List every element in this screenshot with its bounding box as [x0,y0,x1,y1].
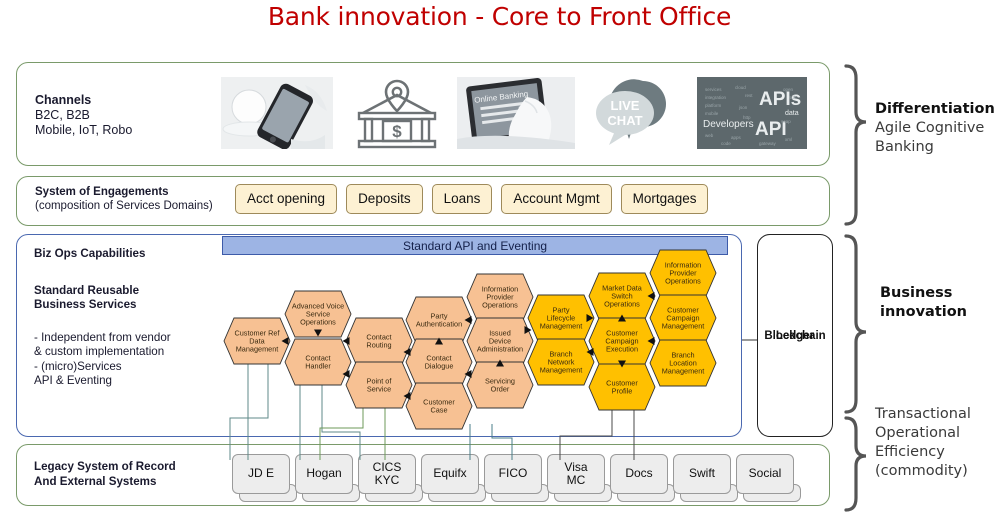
soe-chip-0[interactable]: Acct opening [235,184,338,214]
legacy-heading-l2: And External Systems [34,474,157,488]
channels-heading: Channels [35,93,92,107]
standard-api-and-eventing-bar: Standard API and Eventing [222,236,728,255]
biz-ops-sub-l1: Standard Reusable [34,283,140,297]
legacy-chip-4[interactable]: FICO [484,454,542,494]
apis-word-cloud: APIs API Developers data services cloud i… [697,77,807,149]
biz-ops-bullet1-l2: & custom implementation [34,345,165,358]
legacy-chip-wrap-2: CICS KYC [358,454,423,502]
svg-text:gateway: gateway [759,141,777,146]
legacy-chip-2[interactable]: CICS KYC [358,454,416,494]
soe-chip-2[interactable]: Loans [431,184,493,214]
svg-text:code: code [721,141,731,146]
biz-ops-bullet2-l1: - (micro)Services [34,359,122,373]
page-title: Bank innovation - Core to Front Office [267,2,732,31]
legacy-chip-8[interactable]: Social [736,454,794,494]
label-differentiation-bold: Differentiation [875,101,995,117]
legacy-chip-0[interactable]: JD E [232,454,290,494]
label-differentiation: Differentiation Agile Cognitive Banking [875,100,999,157]
svg-text:json: json [738,105,748,110]
biz-ops-capabilities-panel: Biz Ops Capabilities Standard Reusable B… [16,234,742,437]
legacy-chip-wrap-0: JD E [232,454,297,502]
legacy-chip-6[interactable]: Docs [610,454,668,494]
label-transactional-l1: Transactional [875,406,971,422]
channels-line-3: Mobile, IoT, Robo [35,123,133,137]
svg-text:mobile: mobile [705,111,719,116]
legacy-chip-wrap-6: Docs [610,454,675,502]
soe-label-group: System of Engagements (composition of Se… [35,185,213,213]
soe-heading: System of Engagements [35,186,169,198]
label-transactional-l3: Efficiency [875,444,945,460]
legacy-chip-7[interactable]: Swift [673,454,731,494]
channels-panel: Channels B2C, B2B Mobile, IoT, Robo $ On… [16,62,830,166]
svg-text:soap: soap [781,119,791,124]
svg-text:integration: integration [705,95,727,100]
label-differentiation-l2: Agile Cognitive [875,120,985,136]
label-business-innovation-l1: Business [880,285,953,301]
svg-text:sdk: sdk [789,95,797,100]
blockchain-ledger-label: Blockchain Ledger [758,329,832,343]
svg-text:apps: apps [731,135,742,140]
svg-text:cloud: cloud [735,85,746,90]
blockchain-ledger-box: Blockchain Ledger [757,234,833,437]
svg-text:rest: rest [745,93,753,98]
system-of-engagements-panel: System of Engagements (composition of Se… [16,176,830,226]
legacy-chip-wrap-8: Social [736,454,801,502]
svg-text:data: data [785,110,799,117]
live-chat-icon: LIVE CHAT [585,77,689,149]
legacy-heading-l1: Legacy System of Record [34,460,176,473]
biz-ops-bullet1-l1: - Independent from vendor [34,330,171,344]
legacy-chip-list: JD E Hogan CICS KYC Equifx FICO Visa MC Docs Swif… [232,454,801,502]
svg-text:web: web [705,133,714,138]
label-transactional-efficiency: Transactional Operational Efficiency (co… [875,405,999,481]
soe-chip-3[interactable]: Account Mgmt [501,184,612,214]
bank-branch-icon: $ [347,77,447,149]
legacy-chip-5[interactable]: Visa MC [547,454,605,494]
label-transactional-l4: (commodity) [875,463,968,479]
soe-chip-list: Acct opening Deposits Loans Account Mgmt Mor… [235,184,709,214]
svg-text:CHAT: CHAT [607,113,642,128]
legacy-chip-wrap-3: Equifx [421,454,486,502]
biz-ops-text-block: Biz Ops Capabilities Standard Reusable B… [34,247,234,389]
biz-ops-bullet2-l2: API & Eventing [34,374,112,387]
label-transactional-l2: Operational [875,425,961,441]
mobile-phone-photo [221,77,333,149]
svg-text:xml: xml [785,137,792,142]
legacy-chip-wrap-1: Hogan [295,454,360,502]
channels-label-group: Channels B2C, B2B Mobile, IoT, Robo [35,93,132,138]
soe-chip-4[interactable]: Mortgages [620,184,709,214]
label-business-innovation: Business innovation [880,284,999,322]
svg-text:$: $ [392,122,402,141]
svg-text:http: http [743,115,751,120]
biz-ops-heading: Biz Ops Capabilities [34,247,146,260]
legacy-chip-wrap-7: Swift [673,454,738,502]
legacy-chip-wrap-4: FICO [484,454,549,502]
blockchain-line-2: Ledger [775,329,815,342]
soe-chip-1[interactable]: Deposits [346,184,423,214]
label-business-innovation-l2: innovation [880,304,967,320]
legacy-heading: Legacy System of Record And External Sys… [34,460,176,489]
svg-text:platform: platform [705,103,722,108]
channels-line-2: B2C, B2B [35,108,90,122]
legacy-chip-3[interactable]: Equifx [421,454,479,494]
online-banking-tablet-photo: Online Banking [457,77,575,149]
svg-text:Developers: Developers [703,119,754,130]
svg-text:services: services [705,87,722,92]
biz-ops-sub-l2: Business Services [34,298,137,311]
legacy-systems-panel: Legacy System of Record And External Sys… [16,444,830,506]
legacy-chip-wrap-5: Visa MC [547,454,612,502]
label-differentiation-l3: Banking [875,139,934,155]
soe-subheading: (composition of Services Domains) [35,200,213,212]
svg-text:open: open [783,87,794,92]
svg-text:LIVE: LIVE [611,98,640,113]
legacy-chip-1[interactable]: Hogan [295,454,353,494]
